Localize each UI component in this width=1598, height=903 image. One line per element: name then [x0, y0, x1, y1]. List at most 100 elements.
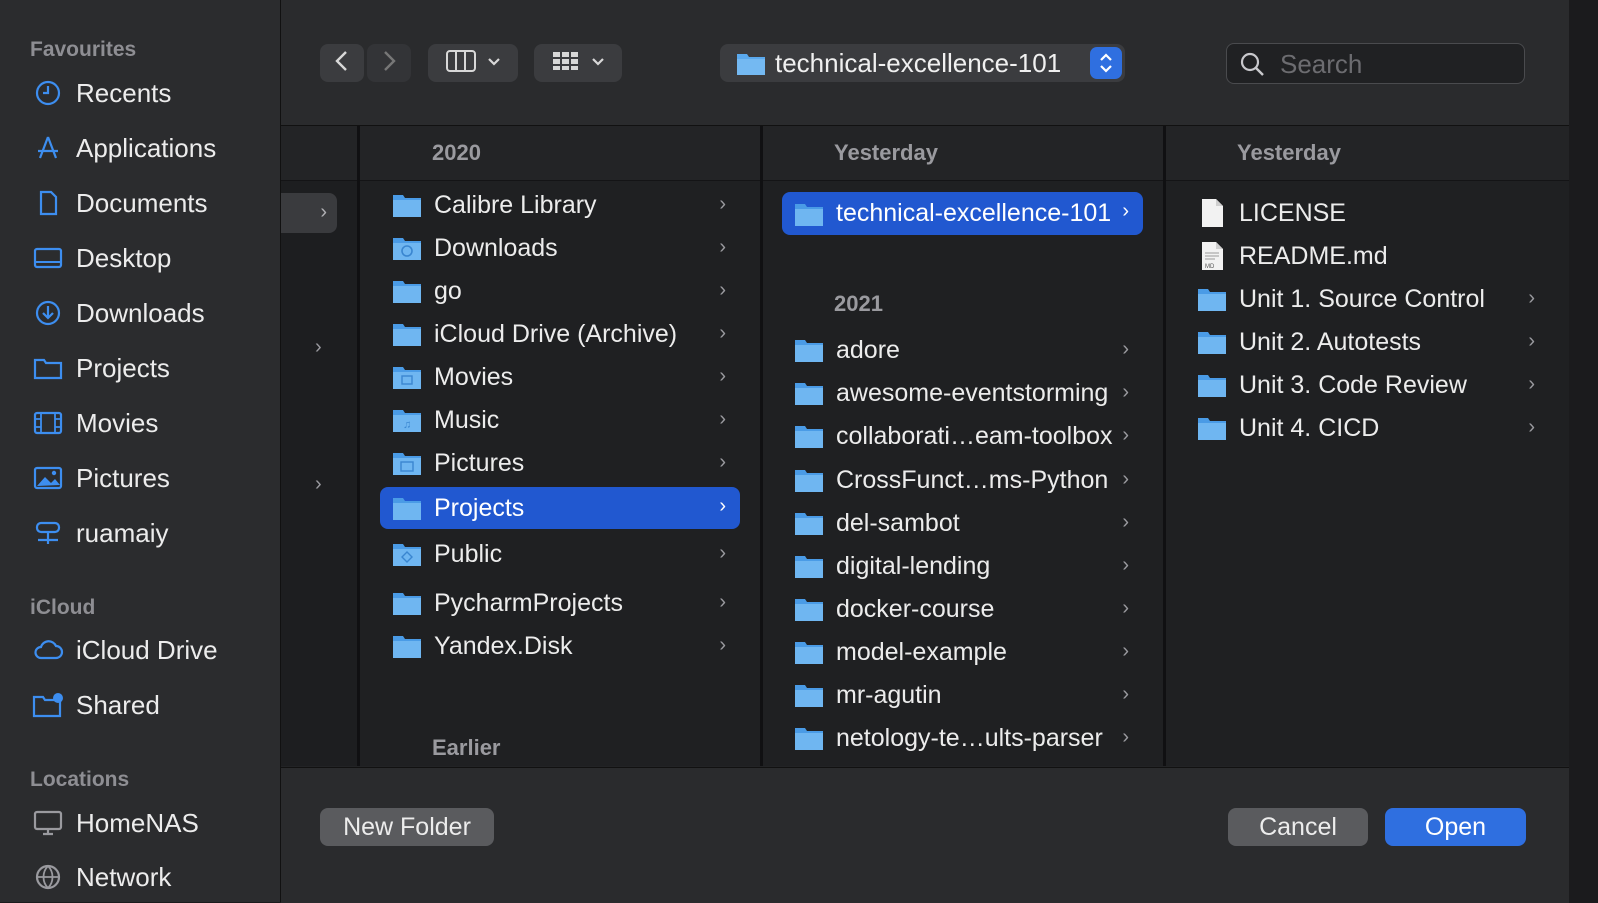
list-item[interactable]: Movies › [380, 357, 740, 397]
desktop-icon [32, 242, 64, 274]
list-item[interactable]: awesome-eventstorming › [782, 373, 1143, 413]
column-technical-excellence-header: Yesterday [1166, 126, 1569, 181]
list-item-label: Calibre Library [434, 190, 597, 219]
list-item[interactable]: del-sambot › [782, 503, 1143, 543]
list-item-selected[interactable]: technical-excellence-101 › [782, 192, 1143, 235]
network-drive-icon [32, 517, 64, 549]
list-item[interactable]: go › [380, 271, 740, 311]
column-home-header: 2020 [360, 126, 760, 181]
sidebar-item-documents[interactable]: Documents [0, 181, 280, 225]
list-item[interactable]: Yandex.Disk › [380, 626, 740, 666]
sidebar-item-ruamaiy[interactable]: ruamaiy [0, 511, 280, 555]
list-item[interactable]: Calibre Library › [380, 185, 740, 225]
search-input[interactable]: Search [1226, 43, 1525, 84]
chevron-right-icon: › [719, 591, 726, 613]
folder-icon [392, 278, 422, 304]
list-item[interactable]: PycharmProjects › [380, 583, 740, 623]
list-item[interactable]: Pictures › [380, 443, 740, 483]
film-icon [32, 407, 64, 439]
footer-bar: New Folder Cancel Open [281, 767, 1569, 903]
folder-icon [1197, 415, 1227, 441]
column-header-label: Yesterday [834, 140, 938, 165]
sidebar-item-recents[interactable]: Recents [0, 71, 280, 115]
column-root-header [281, 126, 357, 181]
folder-icon [392, 192, 422, 218]
sidebar-item-shared[interactable]: Shared [0, 683, 280, 727]
view-mode-button[interactable] [428, 44, 518, 82]
new-folder-button[interactable]: New Folder [320, 808, 494, 846]
column-root-selected-row[interactable]: › [281, 193, 337, 233]
sidebar-section-locations: Locations [30, 768, 130, 791]
list-item[interactable]: Downloads › [380, 228, 740, 268]
path-popup[interactable]: technical-excellence-101 [720, 44, 1125, 82]
sidebar-item-network[interactable]: Network [0, 855, 280, 899]
forward-button[interactable] [367, 44, 411, 82]
path-popup-label: technical-excellence-101 [775, 48, 1062, 78]
sidebar-item-projects[interactable]: Projects [0, 346, 280, 390]
column-header-label: Yesterday [1237, 140, 1341, 165]
list-item-label: LICENSE [1239, 198, 1346, 227]
list-item[interactable]: collaborati…eam-toolbox › [782, 416, 1143, 456]
list-item[interactable]: Unit 1. Source Control › [1185, 279, 1549, 319]
column-home: 2020 Calibre Library › Downloads › go › iCl… [360, 126, 760, 766]
list-item-label: README.md [1239, 241, 1388, 270]
list-item[interactable]: iCloud Drive (Archive) › [380, 314, 740, 354]
sidebar-item-movies[interactable]: Movies [0, 401, 280, 445]
folder-icon [32, 352, 64, 384]
list-item[interactable]: docker-course › [782, 589, 1143, 629]
sidebar-item-icloud-drive[interactable]: iCloud Drive [0, 628, 280, 672]
sidebar-section-icloud: iCloud [30, 596, 96, 619]
list-item-label: netology-te…ults-parser [836, 723, 1103, 752]
download-icon [32, 297, 64, 329]
list-item[interactable]: digital-lending › [782, 546, 1143, 586]
search-placeholder: Search [1280, 49, 1363, 79]
chevron-right-icon: › [719, 495, 726, 517]
folder-icon [794, 510, 824, 536]
sidebar-item-applications[interactable]: Applications [0, 126, 280, 170]
chevron-right-icon: › [1122, 381, 1129, 403]
browser-area: technical-excellence-101 Search › › › 20… [281, 0, 1569, 903]
back-button[interactable] [320, 44, 364, 82]
open-button[interactable]: Open [1385, 808, 1526, 846]
list-item[interactable]: LICENSE [1185, 193, 1549, 233]
chevron-right-icon: › [1122, 200, 1129, 222]
sidebar-item-desktop[interactable]: Desktop [0, 236, 280, 280]
list-item[interactable]: Unit 3. Code Review › [1185, 365, 1549, 405]
list-item-selected[interactable]: Projects › [380, 487, 740, 529]
list-item[interactable]: mr-agutin › [782, 675, 1143, 715]
group-label-earlier: Earlier [432, 735, 501, 760]
chevron-right-icon: › [1122, 640, 1129, 662]
list-item[interactable]: adore › [782, 330, 1143, 370]
list-item-label: iCloud Drive (Archive) [434, 319, 678, 348]
list-item-label: Projects [434, 493, 525, 522]
chevron-right-icon: › [320, 201, 327, 223]
column-view-icon [445, 49, 477, 78]
search-icon [1239, 51, 1265, 82]
list-item[interactable]: model-example › [782, 632, 1143, 672]
folder-icon [392, 590, 422, 616]
sidebar-item-downloads[interactable]: Downloads [0, 291, 280, 335]
list-item[interactable]: CrossFunct…ms-Python › [782, 460, 1143, 500]
column-header-label: 2020 [432, 140, 481, 165]
list-item[interactable]: Unit 4. CICD › [1185, 408, 1549, 448]
list-item[interactable]: Unit 2. Autotests › [1185, 322, 1549, 362]
list-item[interactable]: ♫ Music › [380, 400, 740, 440]
group-by-button[interactable] [534, 44, 622, 82]
list-item[interactable]: MD README.md [1185, 236, 1549, 276]
sidebar-item-pictures[interactable]: Pictures [0, 456, 280, 500]
column-technical-excellence: Yesterday LICENSE MD README.md Unit 1. So… [1166, 126, 1569, 766]
list-item[interactable]: Public › [380, 534, 740, 574]
movies-folder-icon [392, 364, 422, 390]
list-item-label: Pictures [434, 448, 525, 477]
chevron-left-icon [334, 50, 350, 77]
chevron-right-icon: › [1122, 554, 1129, 576]
chevron-right-icon: › [719, 408, 726, 430]
chevron-right-icon: › [719, 193, 726, 215]
cancel-button[interactable]: Cancel [1228, 808, 1368, 846]
chevron-right-icon: › [719, 279, 726, 301]
list-item[interactable]: netology-te…ults-parser › [782, 718, 1143, 758]
list-item-label: digital-lending [836, 551, 991, 580]
folder-icon [392, 495, 422, 521]
chevron-right-icon: › [1528, 373, 1535, 395]
sidebar-item-homenas[interactable]: HomeNAS [0, 801, 280, 845]
